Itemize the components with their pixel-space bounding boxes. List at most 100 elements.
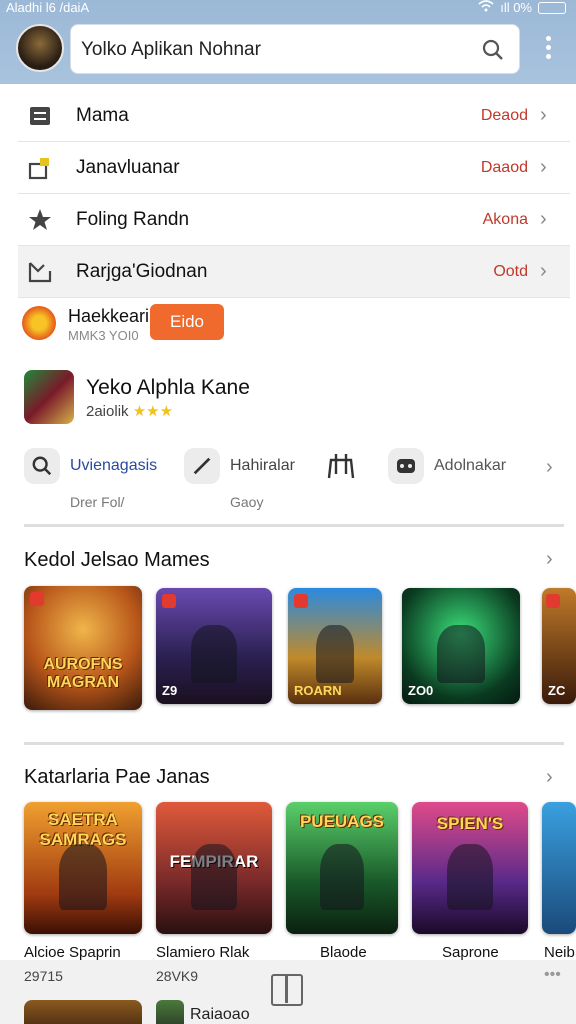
- menu-row-4[interactable]: Rarjga'Giodnan Ootd ›: [18, 246, 570, 298]
- pencil-icon: [184, 448, 220, 484]
- game-tile[interactable]: [542, 802, 576, 934]
- search-input[interactable]: [81, 39, 461, 61]
- app-icon-peek[interactable]: [156, 1000, 184, 1024]
- app-title: Yeko Alphla Kane: [86, 376, 250, 399]
- character-figure: [190, 625, 238, 684]
- controller-icon: [388, 448, 424, 484]
- menu-row-label: Rarjga'Giodnan: [76, 260, 208, 282]
- menu-row-label: Foling Randn: [76, 208, 190, 230]
- game-name: Alcioe Spaprin: [24, 944, 121, 961]
- app-title: Haekkeari: [68, 306, 150, 326]
- menu-row-1[interactable]: Mama Deaod ›: [18, 90, 570, 142]
- status-right: ıll 0%: [478, 0, 566, 15]
- tag-icon: [294, 594, 308, 608]
- open-button[interactable]: Eido: [150, 304, 224, 340]
- character-figure: [319, 844, 365, 911]
- tile-badge: ZC: [548, 683, 566, 698]
- tile-badge: ROARN: [294, 683, 342, 698]
- game-tile[interactable]: ZO0: [402, 588, 520, 704]
- character-figure: [190, 844, 238, 911]
- quick-action-label: Hahiralar: [230, 457, 295, 474]
- chevron-right-icon: ›: [540, 156, 547, 178]
- game-tile[interactable]: PUEUAGS: [286, 802, 398, 934]
- chevron-right-icon[interactable]: ›: [546, 766, 553, 789]
- chevron-right-icon: ›: [540, 104, 547, 126]
- quick-action-label: Adolnakar: [434, 457, 507, 474]
- tile-title: AUROFNS MAGRAN: [43, 656, 123, 691]
- quick-action-sub: Gaoy: [230, 494, 264, 510]
- quick-action-controller[interactable]: Adolnakar: [388, 448, 538, 518]
- game-tile-peek[interactable]: [24, 1000, 142, 1024]
- game-tile[interactable]: ZC: [542, 588, 576, 704]
- search-icon: [24, 448, 60, 484]
- book-icon[interactable]: [271, 974, 303, 1006]
- chevron-right-icon[interactable]: ›: [546, 456, 553, 479]
- menu-row-label: Janavluanar: [76, 156, 180, 178]
- menu-row-3[interactable]: Foling Randn Akona ›: [18, 194, 570, 246]
- character-figure: [437, 625, 485, 684]
- app-rating: 2aiolik ★★★: [86, 402, 173, 420]
- wifi-icon: [478, 0, 494, 15]
- avatar[interactable]: [16, 24, 64, 72]
- chevron-right-icon[interactable]: ›: [546, 548, 553, 571]
- section-title: Katarlaria Pae Janas: [24, 766, 210, 788]
- game-meta: 28VK9: [156, 968, 199, 984]
- tag-icon: [162, 594, 176, 608]
- status-left-text: Aladhi l6 /daiA: [6, 0, 90, 15]
- divider: [24, 524, 564, 527]
- divider: [24, 742, 564, 745]
- status-bar: Aladhi l6 /daiA ıll 0%: [0, 0, 576, 18]
- game-name: Blaode: [320, 944, 367, 961]
- app-icon: [24, 370, 74, 424]
- quick-action-edit[interactable]: Hahiralar Gaoy: [184, 448, 314, 518]
- gamepad-icon: [326, 452, 356, 485]
- quick-action-gamepad[interactable]: [326, 448, 366, 518]
- package-icon: [24, 154, 56, 182]
- game-tile[interactable]: SAETRA SAMRAGS: [24, 802, 142, 934]
- app-subtitle: MMK3 YOI0: [68, 328, 139, 343]
- game-name: Slamiero Rlak: [156, 944, 250, 961]
- game-meta: 29715: [24, 968, 63, 984]
- app-icon: [22, 306, 56, 340]
- tile-title: SPIEN'S: [436, 814, 504, 833]
- character-figure: [316, 625, 354, 684]
- game-name: Saprone: [442, 944, 499, 961]
- menu-row-status: Ootd: [493, 262, 528, 280]
- game-tile[interactable]: ROARN: [288, 588, 382, 704]
- section-title: Kedol Jelsao Mames: [24, 549, 210, 571]
- tag-icon: [546, 594, 560, 608]
- tile-badge: Z9: [162, 683, 178, 698]
- menu-row-status: Daaod: [480, 158, 528, 176]
- quick-action-sub: Drer Fol/: [70, 494, 125, 510]
- more-icon[interactable]: •••: [544, 966, 561, 984]
- game-tile[interactable]: Z9: [156, 588, 272, 704]
- rating-text: 2aiolik: [86, 403, 129, 420]
- tile-title: PUEUAGS: [299, 812, 385, 831]
- game-tile[interactable]: AUROFNS MAGRAN: [24, 586, 142, 710]
- peek-label: Raiaoao: [190, 1006, 250, 1023]
- search-bar[interactable]: [70, 24, 520, 74]
- star-icon: [24, 206, 56, 234]
- game-name: Neib: [544, 944, 575, 961]
- battery-icon: [538, 1, 566, 14]
- app-entry-2[interactable]: Yeko Alphla Kane 2aiolik ★★★: [24, 370, 544, 426]
- character-figure: [59, 844, 107, 911]
- rating-stars: ★★★: [132, 403, 174, 420]
- tile-badge: ZO0: [408, 683, 434, 698]
- inbox-icon: [24, 258, 56, 286]
- quick-action-search[interactable]: Uvienagasis Drer Fol/: [24, 448, 174, 518]
- menu-row-2[interactable]: Janavluanar Daaod ›: [18, 142, 570, 194]
- game-tile[interactable]: SPIEN'S: [412, 802, 528, 934]
- search-icon[interactable]: [481, 38, 505, 62]
- menu-row-status: Akona: [482, 210, 528, 228]
- quick-action-label: Uvienagasis: [70, 457, 158, 474]
- app-header: Aladhi l6 /daiA ıll 0%: [0, 0, 576, 84]
- game-tile[interactable]: FEMPIRAR: [156, 802, 272, 934]
- status-right-text: ıll 0%: [500, 0, 532, 15]
- tag-icon: [30, 592, 44, 606]
- chevron-right-icon: ›: [540, 208, 547, 230]
- character-figure: [446, 844, 494, 911]
- more-options-icon[interactable]: [540, 36, 556, 62]
- list-icon: [24, 102, 56, 130]
- app-entry-1[interactable]: Haekkeari MMK3 YOI0 Eido: [22, 304, 542, 348]
